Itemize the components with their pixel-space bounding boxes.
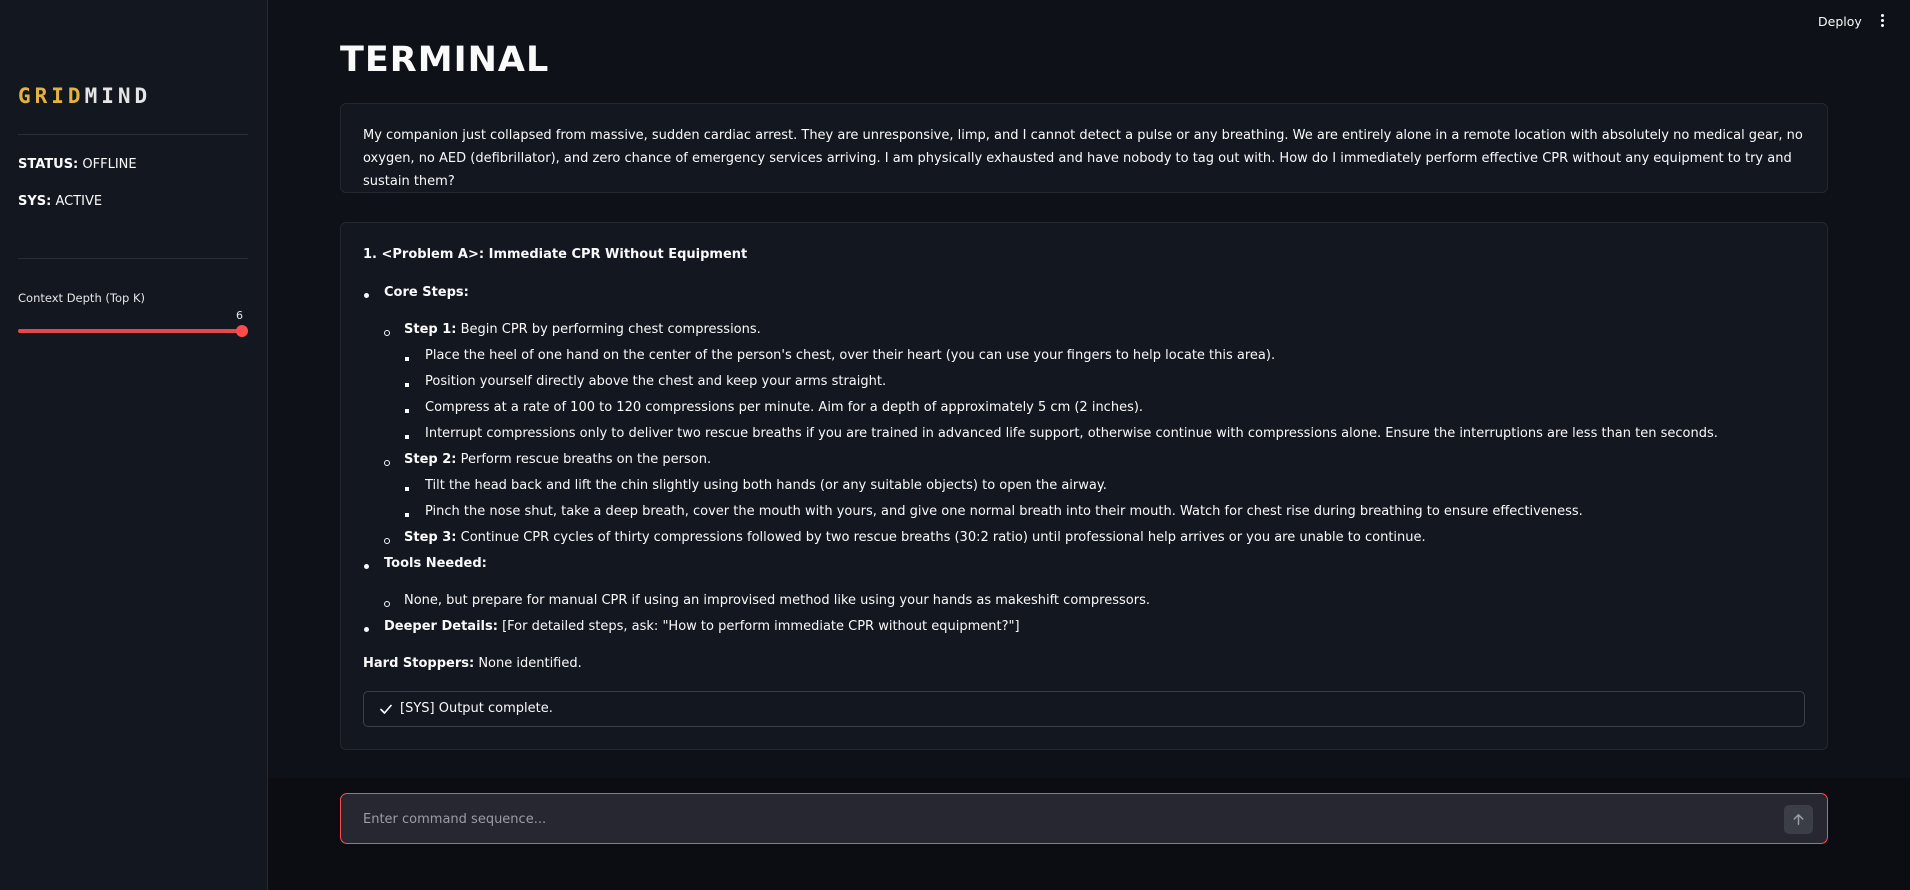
bullet-icon <box>384 538 390 544</box>
more-vertical-icon[interactable] <box>1876 12 1888 32</box>
bullet-icon <box>384 601 390 607</box>
arrow-up-icon <box>1793 814 1804 825</box>
deploy-button[interactable]: Deploy <box>1818 14 1862 29</box>
list-item: None, but prepare for manual CPR if usin… <box>404 593 1150 608</box>
sys-label: SYS: <box>18 194 52 209</box>
list-item: Pinch the nose shut, take a deep breath,… <box>425 504 1583 519</box>
bullet-icon <box>405 383 409 387</box>
status-label: STATUS: <box>18 157 79 172</box>
page-title: TERMINAL <box>340 40 550 80</box>
bullet-icon <box>364 293 369 298</box>
list-item: Compress at a rate of 100 to 120 compres… <box>425 400 1144 415</box>
bullet-icon <box>405 409 409 413</box>
bullet-icon <box>405 513 409 517</box>
app-root: GRIDMIND STATUS: OFFLINE SYS: ACTIVE Con… <box>0 0 1910 890</box>
send-button[interactable] <box>1784 805 1813 834</box>
command-input[interactable] <box>363 808 1743 830</box>
output-status-box: [SYS] Output complete. <box>363 691 1805 727</box>
tools-label: Tools Needed: <box>384 556 487 571</box>
list-item: Position yourself directly above the che… <box>425 374 887 389</box>
hard-stoppers-line: Hard Stoppers: None identified. <box>363 656 582 671</box>
user-message-text: My companion just collapsed from massive… <box>363 128 1803 189</box>
step3-line: Step 3: Continue CPR cycles of thirty co… <box>404 530 1426 545</box>
list-item: Tilt the head back and lift the chin sli… <box>425 478 1107 493</box>
bullet-icon <box>384 460 390 466</box>
bullet-icon <box>405 357 409 361</box>
brand-part-grid: GRID <box>18 84 85 108</box>
core-steps-label: Core Steps: <box>384 285 469 300</box>
sidebar-divider <box>18 134 248 135</box>
sidebar: GRIDMIND STATUS: OFFLINE SYS: ACTIVE Con… <box>0 0 268 890</box>
step1-line: Step 1: Begin CPR by performing chest co… <box>404 322 761 337</box>
context-depth-slider-thumb[interactable] <box>236 325 248 337</box>
deeper-details-line: Deeper Details: [For detailed steps, ask… <box>384 619 1020 634</box>
context-depth-value: 6 <box>236 309 243 322</box>
user-message-card: My companion just collapsed from massive… <box>340 103 1828 193</box>
status-line: STATUS: OFFLINE <box>18 157 137 172</box>
chat-input-container[interactable] <box>340 793 1828 844</box>
response-heading: 1. <Problem A>: Immediate CPR Without Eq… <box>363 247 748 262</box>
context-depth-label: Context Depth (Top K) <box>18 291 145 305</box>
response-card: 1. <Problem A>: Immediate CPR Without Eq… <box>340 222 1828 750</box>
brand-part-mind: MIND <box>84 84 152 108</box>
list-item: Place the heel of one hand on the center… <box>425 348 1276 363</box>
context-depth-slider-track[interactable] <box>18 329 242 333</box>
sys-value: ACTIVE <box>55 194 103 209</box>
sys-line: SYS: ACTIVE <box>18 194 102 209</box>
brand-logo: GRIDMIND <box>18 84 151 108</box>
bullet-icon <box>405 487 409 491</box>
sidebar-divider <box>18 258 248 259</box>
check-icon <box>380 704 392 714</box>
output-status-text: [SYS] Output complete. <box>400 701 553 716</box>
bullet-icon <box>364 627 369 632</box>
step2-line: Step 2: Perform rescue breaths on the pe… <box>404 452 712 467</box>
bullet-icon <box>405 435 409 439</box>
bullet-icon <box>364 564 369 569</box>
bullet-icon <box>384 330 390 336</box>
status-value: OFFLINE <box>82 157 137 172</box>
list-item: Interrupt compressions only to deliver t… <box>425 426 1718 441</box>
